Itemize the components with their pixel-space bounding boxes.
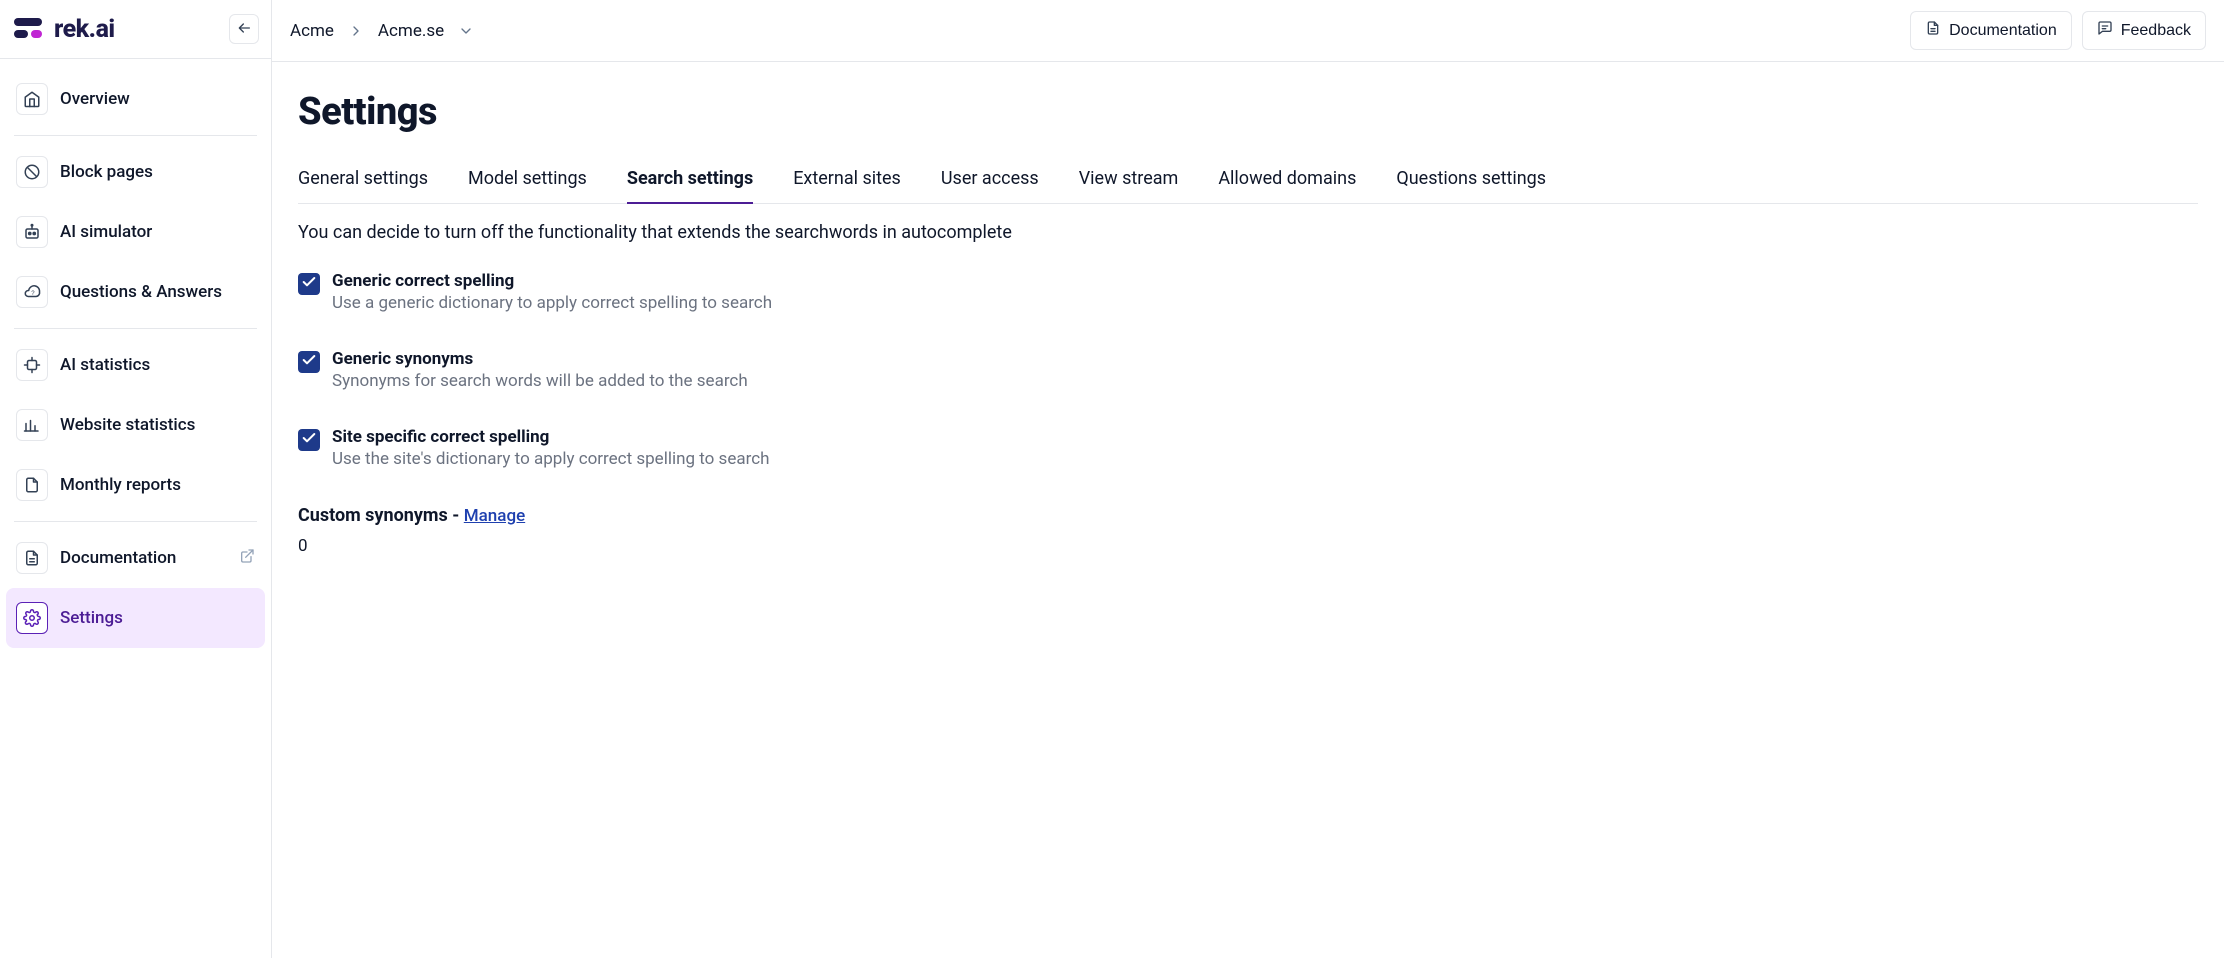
tabs: General settings Model settings Search s…	[298, 158, 2198, 204]
topbar: Acme Acme.se Documentation	[272, 0, 2224, 62]
sidebar-item-label: Overview	[60, 89, 130, 109]
checkbox-site-specific-correct-spelling[interactable]	[298, 429, 320, 451]
robot-icon	[16, 216, 48, 248]
sidebar-item-ai-statistics[interactable]: AI statistics	[6, 335, 265, 395]
sidebar-nav: Overview Block pages AI simulator ? Ques…	[0, 59, 271, 658]
sidebar-item-documentation[interactable]: Documentation	[6, 528, 265, 588]
checkbox-generic-synonyms[interactable]	[298, 351, 320, 373]
button-label: Documentation	[1949, 22, 2057, 40]
checkbox-row-generic-correct-spelling: Generic correct spelling Use a generic d…	[298, 271, 2198, 313]
tab-user-access[interactable]: User access	[941, 158, 1039, 203]
file-icon	[16, 469, 48, 501]
brand-logo-icon	[14, 14, 44, 44]
collapse-sidebar-button[interactable]	[229, 14, 259, 44]
divider	[14, 135, 257, 136]
sidebar-item-website-statistics[interactable]: Website statistics	[6, 395, 265, 455]
sidebar-item-questions-answers[interactable]: ? Questions & Answers	[6, 262, 265, 322]
breadcrumb: Acme Acme.se	[290, 21, 474, 41]
checkbox-row-generic-synonyms: Generic synonyms Synonyms for search wor…	[298, 349, 2198, 391]
topbar-actions: Documentation Feedback	[1910, 11, 2206, 50]
document-icon	[16, 542, 48, 574]
custom-synonyms-separator: -	[448, 505, 464, 526]
checkbox-generic-correct-spelling[interactable]	[298, 273, 320, 295]
checkbox-title: Generic correct spelling	[332, 271, 772, 291]
sidebar-item-label: AI statistics	[60, 355, 150, 375]
block-icon	[16, 156, 48, 188]
breadcrumb-org[interactable]: Acme	[290, 21, 334, 41]
sidebar-item-settings[interactable]: Settings	[6, 588, 265, 648]
tab-description: You can decide to turn off the functiona…	[298, 222, 2198, 243]
tab-view-stream[interactable]: View stream	[1079, 158, 1179, 203]
breadcrumb-site[interactable]: Acme.se	[378, 21, 444, 41]
bar-chart-icon	[16, 409, 48, 441]
checkbox-row-site-specific-correct-spelling: Site specific correct spelling Use the s…	[298, 427, 2198, 469]
button-label: Feedback	[2121, 22, 2191, 40]
checkbox-title: Site specific correct spelling	[332, 427, 769, 447]
sidebar-item-overview[interactable]: Overview	[6, 69, 265, 129]
document-icon	[1925, 20, 1941, 41]
divider	[14, 521, 257, 522]
sidebar-item-label: Block pages	[60, 162, 153, 182]
sidebar-item-label: Settings	[60, 608, 123, 628]
checkbox-title: Generic synonyms	[332, 349, 748, 369]
content: Settings General settings Model settings…	[272, 62, 2224, 584]
custom-synonyms-label: Custom synonyms	[298, 505, 448, 526]
sidebar-item-block-pages[interactable]: Block pages	[6, 142, 265, 202]
sidebar-item-label: Monthly reports	[60, 475, 181, 495]
feedback-button[interactable]: Feedback	[2082, 11, 2206, 50]
check-icon	[301, 274, 317, 294]
tab-allowed-domains[interactable]: Allowed domains	[1218, 158, 1356, 203]
sidebar-item-label: Documentation	[60, 548, 176, 568]
sidebar-item-label: AI simulator	[60, 222, 152, 242]
external-link-icon	[239, 548, 255, 569]
cloud-question-icon: ?	[16, 276, 48, 308]
tab-external-sites[interactable]: External sites	[793, 158, 901, 203]
sidebar-item-label: Website statistics	[60, 415, 195, 435]
brand[interactable]: rek.ai	[14, 14, 115, 44]
sidebar-item-label: Questions & Answers	[60, 282, 222, 302]
brand-row: rek.ai	[0, 0, 271, 59]
check-icon	[301, 352, 317, 372]
documentation-button[interactable]: Documentation	[1910, 11, 2072, 50]
chevron-down-icon[interactable]	[458, 23, 474, 39]
sidebar-item-monthly-reports[interactable]: Monthly reports	[6, 455, 265, 515]
sidebar: rek.ai Overview Block pages	[0, 0, 272, 958]
checkbox-desc: Use the site's dictionary to apply corre…	[332, 449, 769, 469]
chip-icon	[16, 349, 48, 381]
manage-link[interactable]: Manage	[464, 506, 525, 526]
chat-icon	[2097, 20, 2113, 41]
checkbox-desc: Use a generic dictionary to apply correc…	[332, 293, 772, 313]
sidebar-item-ai-simulator[interactable]: AI simulator	[6, 202, 265, 262]
tab-model-settings[interactable]: Model settings	[468, 158, 587, 203]
home-icon	[16, 83, 48, 115]
custom-synonyms-count: 0	[298, 536, 2198, 556]
chevron-right-icon	[348, 23, 364, 39]
tab-general-settings[interactable]: General settings	[298, 158, 428, 203]
collapse-icon	[236, 20, 252, 39]
divider	[14, 328, 257, 329]
brand-text: rek.ai	[54, 15, 115, 44]
custom-synonyms-header: Custom synonyms - Manage	[298, 505, 2198, 526]
tab-questions-settings[interactable]: Questions settings	[1396, 158, 1546, 203]
tab-search-settings[interactable]: Search settings	[627, 158, 753, 203]
checkbox-desc: Synonyms for search words will be added …	[332, 371, 748, 391]
page-title: Settings	[298, 90, 2198, 134]
check-icon	[301, 430, 317, 450]
gear-icon	[16, 602, 48, 634]
